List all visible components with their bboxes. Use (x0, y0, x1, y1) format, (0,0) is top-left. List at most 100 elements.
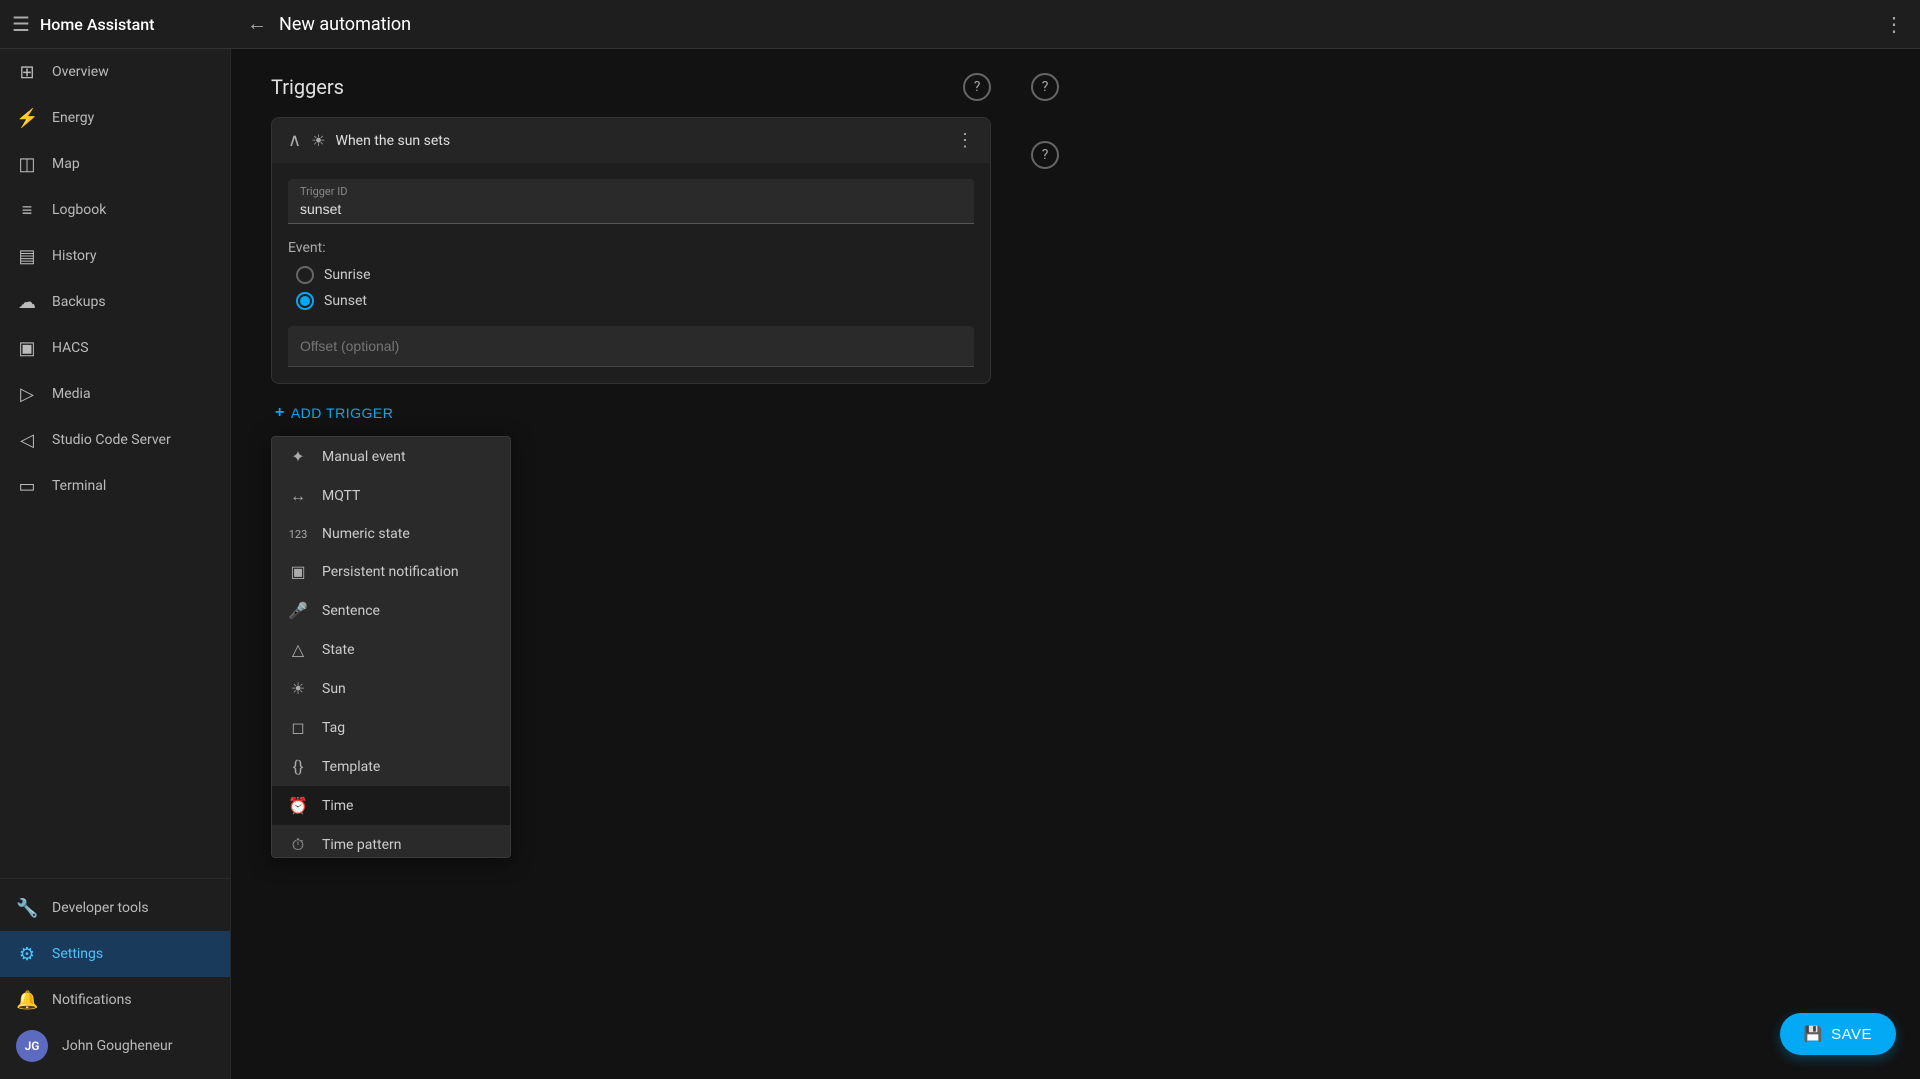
conditions-help-icon[interactable]: ? (1031, 73, 1059, 101)
sidebar-item-logbook[interactable]: ≡ Logbook (0, 187, 230, 233)
sidebar-item-label: Developer tools (52, 900, 149, 916)
sunrise-radio[interactable]: Sunrise (296, 266, 974, 284)
sunset-radio-circle (296, 292, 314, 310)
sidebar-item-media[interactable]: ▷ Media (0, 371, 230, 417)
avatar: JG (16, 1030, 48, 1062)
sidebar-item-label: Settings (52, 946, 103, 962)
save-label: SAVE (1831, 1026, 1872, 1043)
dropdown-item-sentence[interactable]: 🎤 Sentence (272, 591, 510, 630)
mqtt-icon: ↔ (288, 486, 308, 506)
dropdown-item-state[interactable]: △ State (272, 630, 510, 669)
sidebar-item-developer-tools[interactable]: 🔧 Developer tools (0, 885, 230, 931)
conditions-actions-panels: ? ? (1031, 73, 1531, 185)
actions-panel: ? (1031, 141, 1531, 169)
plus-icon: + (275, 404, 285, 422)
backups-icon: ☁ (16, 292, 38, 313)
sidebar-item-label: Notifications (52, 992, 132, 1008)
sidebar-item-label: Overview (52, 64, 109, 80)
dropdown-scroll[interactable]: ✦ Manual event ↔ MQTT 123 Numeric state (272, 437, 510, 857)
sidebar-item-hacs[interactable]: ▣ HACS (0, 325, 230, 371)
trigger-id-field: Trigger ID (288, 179, 974, 224)
sidebar-item-label: History (52, 248, 97, 264)
chevron-up-icon[interactable]: ∧ (288, 130, 301, 151)
template-icon: {} (288, 757, 308, 776)
content-inner: Triggers ? ∧ ☀ When the sun sets ⋮ Trigg… (271, 73, 991, 430)
sidebar: ⊞ Overview ⚡ Energy ◫ Map ≡ Logbook ▤ Hi… (0, 49, 231, 1079)
sun-trigger-icon: ☀ (311, 131, 325, 150)
hacs-icon: ▣ (16, 338, 38, 359)
dropdown-item-label: State (322, 642, 355, 658)
trigger-type-dropdown: ✦ Manual event ↔ MQTT 123 Numeric state (271, 436, 511, 858)
trigger-id-label: Trigger ID (300, 185, 347, 198)
sidebar-item-energy[interactable]: ⚡ Energy (0, 95, 230, 141)
dropdown-item-label: Numeric state (322, 526, 410, 542)
triggers-section-header: Triggers ? (271, 73, 991, 101)
trigger-card-more-icon[interactable]: ⋮ (956, 130, 974, 151)
notifications-icon: 🔔 (16, 990, 38, 1011)
dropdown-item-label: Time pattern (322, 837, 401, 853)
save-button[interactable]: 💾 SAVE (1780, 1013, 1896, 1055)
persistent-notification-icon: ▣ (288, 562, 308, 581)
event-label: Event: (288, 240, 974, 256)
time-icon: ⏰ (288, 796, 308, 815)
more-options-icon[interactable]: ⋮ (1884, 12, 1904, 36)
sidebar-item-overview[interactable]: ⊞ Overview (0, 49, 230, 95)
triggers-title: Triggers (271, 75, 344, 99)
sidebar-item-label: Studio Code Server (52, 432, 171, 448)
dropdown-item-template[interactable]: {} Template (272, 747, 510, 786)
dropdown-item-numeric-state[interactable]: 123 Numeric state (272, 516, 510, 552)
trigger-card: ∧ ☀ When the sun sets ⋮ Trigger ID Event… (271, 117, 991, 384)
dropdown-item-label: Sentence (322, 603, 380, 619)
topbar-left: ☰ Home Assistant (0, 12, 231, 36)
map-icon: ◫ (16, 154, 38, 175)
event-section: Event: Sunrise Sunset (288, 240, 974, 310)
sidebar-item-backups[interactable]: ☁ Backups (0, 279, 230, 325)
dropdown-item-label: Time (322, 798, 353, 814)
dropdown-item-sun[interactable]: ☀ Sun (272, 669, 510, 708)
dropdown-item-label: Tag (322, 720, 345, 736)
main-layout: ⊞ Overview ⚡ Energy ◫ Map ≡ Logbook ▤ Hi… (0, 49, 1920, 1079)
add-trigger-button[interactable]: + ADD TRIGGER (271, 396, 397, 430)
offset-input[interactable] (288, 326, 974, 367)
save-icon: 💾 (1804, 1025, 1823, 1043)
sidebar-item-history[interactable]: ▤ History (0, 233, 230, 279)
dropdown-item-label: Template (322, 759, 380, 775)
main-content: Triggers ? ∧ ☀ When the sun sets ⋮ Trigg… (231, 49, 1920, 1079)
sidebar-item-map[interactable]: ◫ Map (0, 141, 230, 187)
developer-tools-icon: 🔧 (16, 898, 38, 919)
sidebar-item-notifications[interactable]: 🔔 Notifications (0, 977, 230, 1023)
terminal-icon: ▭ (16, 476, 38, 497)
topbar-right: ⋮ (1868, 12, 1920, 36)
media-icon: ▷ (16, 384, 38, 405)
sidebar-bottom: 🔧 Developer tools ⚙ Settings 🔔 Notificat… (0, 878, 230, 1069)
dropdown-item-time[interactable]: ⏰ Time (272, 786, 510, 825)
back-button[interactable]: ← (247, 13, 267, 36)
sunset-label: Sunset (324, 293, 367, 309)
actions-help-icon[interactable]: ? (1031, 141, 1059, 169)
dropdown-item-time-pattern[interactable]: ⏱ Time pattern (272, 825, 510, 857)
trigger-card-body: Trigger ID Event: Sunrise Su (272, 163, 990, 383)
sidebar-item-label: Energy (52, 110, 94, 126)
trigger-card-title: When the sun sets (336, 133, 946, 149)
trigger-id-input[interactable] (288, 179, 974, 224)
sidebar-item-label: Terminal (52, 478, 106, 494)
dropdown-item-manual-event[interactable]: ✦ Manual event (272, 437, 510, 476)
dropdown-item-label: Sun (322, 681, 346, 697)
topbar-center: ← New automation (231, 13, 1868, 36)
state-icon: △ (288, 640, 308, 659)
dropdown-item-mqtt[interactable]: ↔ MQTT (272, 476, 510, 516)
sidebar-item-studio-code-server[interactable]: ◁ Studio Code Server (0, 417, 230, 463)
dropdown-item-tag[interactable]: ◻ Tag (272, 708, 510, 747)
dropdown-item-persistent-notification[interactable]: ▣ Persistent notification (272, 552, 510, 591)
manual-event-icon: ✦ (288, 447, 308, 466)
triggers-help-icon[interactable]: ? (963, 73, 991, 101)
sun-icon: ☀ (288, 679, 308, 698)
sidebar-item-user[interactable]: JG John Gougheneur (0, 1023, 230, 1069)
sidebar-item-settings[interactable]: ⚙ Settings (0, 931, 230, 977)
sidebar-item-label: Backups (52, 294, 106, 310)
menu-icon[interactable]: ☰ (12, 12, 30, 36)
sidebar-item-terminal[interactable]: ▭ Terminal (0, 463, 230, 509)
sunrise-radio-circle (296, 266, 314, 284)
logbook-icon: ≡ (16, 200, 38, 221)
sunset-radio[interactable]: Sunset (296, 292, 974, 310)
